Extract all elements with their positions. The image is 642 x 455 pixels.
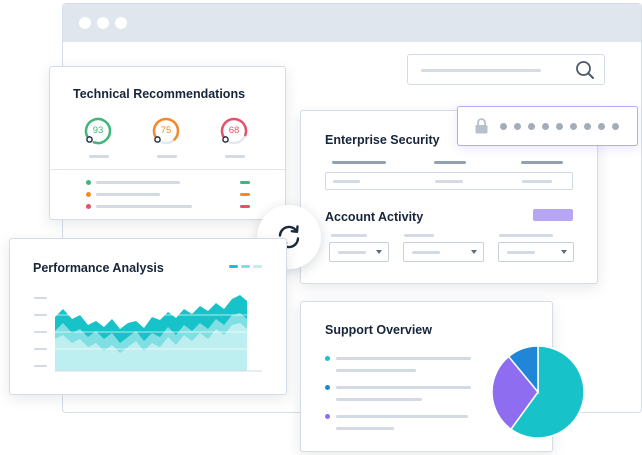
y-tick (34, 314, 47, 316)
password-field[interactable] (457, 106, 638, 146)
legend-dot-purple (325, 414, 330, 419)
window-dot-2[interactable] (97, 17, 109, 29)
password-dot (584, 123, 591, 130)
y-tick (34, 297, 47, 299)
status-dot-green (86, 180, 91, 185)
password-dot (542, 123, 549, 130)
legend-line (336, 357, 471, 360)
search-input[interactable] (407, 54, 605, 85)
gauge-value: 68 (228, 125, 240, 136)
y-tick (34, 365, 47, 367)
technical-recommendations-title: Technical Recommendations (73, 87, 246, 101)
filter-label (404, 234, 434, 237)
password-dot (570, 123, 577, 130)
filter-label (499, 234, 553, 237)
filter-select-2[interactable] (403, 242, 484, 262)
search-placeholder (421, 69, 541, 72)
chevron-down-icon (376, 250, 382, 254)
select-value (507, 251, 535, 254)
legend-dot-teal (325, 356, 330, 361)
status-dot-red (86, 204, 91, 209)
browser-title-bar (63, 4, 641, 42)
support-pie-chart (491, 345, 585, 439)
divider (50, 169, 285, 170)
table-header-cell (521, 161, 563, 164)
status-marker (240, 193, 250, 196)
filter-label (331, 234, 367, 237)
table-row[interactable] (325, 172, 573, 190)
gauge-knob (154, 136, 161, 143)
status-marker (240, 205, 250, 208)
select-value (412, 251, 440, 254)
window-dot-1[interactable] (79, 17, 91, 29)
recommendation-line (96, 205, 192, 208)
support-overview-title: Support Overview (325, 323, 432, 337)
status-dot-orange (86, 192, 91, 197)
table-cell (333, 180, 360, 183)
technical-recommendations-card: Technical Recommendations 93 75 68 (49, 66, 286, 220)
legend-subline (336, 427, 394, 430)
legend-subline (336, 398, 422, 401)
gauge-knob (86, 136, 93, 143)
search-icon[interactable] (575, 60, 595, 85)
enterprise-security-title: Enterprise Security (325, 133, 440, 147)
account-activity-title: Account Activity (325, 210, 424, 224)
gauge-knob (222, 136, 229, 143)
table-header-cell (332, 161, 386, 164)
y-tick (34, 348, 47, 350)
recommendation-line (96, 193, 160, 196)
y-tick (34, 331, 47, 333)
chevron-down-icon (471, 250, 477, 254)
gauge-value: 75 (160, 125, 172, 136)
password-dot (528, 123, 535, 130)
table-header-cell (434, 161, 466, 164)
legend-line (336, 415, 468, 418)
legend-dot-blue (325, 385, 330, 390)
gauge-caption (225, 155, 245, 158)
password-dot (556, 123, 563, 130)
legend-subline (336, 369, 416, 372)
filter-select-3[interactable] (498, 242, 574, 262)
lock-icon (475, 118, 488, 139)
chevron-down-icon (561, 250, 567, 254)
password-dot (514, 123, 521, 130)
gauge-value: 93 (92, 125, 104, 136)
status-marker (240, 181, 250, 184)
axis-ticks (34, 297, 47, 367)
table-cell (435, 180, 463, 183)
performance-analysis-card: Performance Analysis (9, 238, 287, 395)
password-dot (500, 123, 507, 130)
gauge-caption (89, 155, 109, 158)
select-value (338, 251, 366, 254)
recommendation-line (96, 181, 180, 184)
table-cell (522, 180, 552, 183)
password-dot (598, 123, 605, 130)
window-dot-3[interactable] (115, 17, 127, 29)
gauge-caption (157, 155, 177, 158)
password-dot (612, 123, 619, 130)
legend-line (336, 386, 471, 389)
performance-area-chart (34, 295, 262, 372)
account-activity-badge[interactable] (533, 209, 573, 221)
filter-select-1[interactable] (329, 242, 389, 262)
